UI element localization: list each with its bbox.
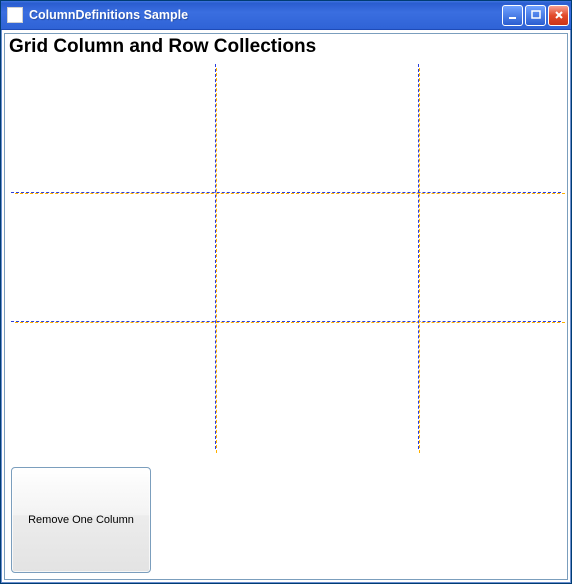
maximize-icon <box>531 10 541 20</box>
grid-line-horizontal <box>11 321 561 322</box>
grid-line-vertical <box>418 64 419 449</box>
maximize-button[interactable] <box>525 5 546 26</box>
app-icon <box>7 7 23 23</box>
page-title: Grid Column and Row Collections <box>9 36 316 58</box>
titlebar[interactable]: ColumnDefinitions Sample <box>1 1 571 30</box>
window-buttons <box>502 5 569 26</box>
remove-one-column-button[interactable]: Remove One Column <box>11 467 151 573</box>
close-button[interactable] <box>548 5 569 26</box>
demo-grid <box>11 64 561 449</box>
grid-line-vertical <box>215 64 216 449</box>
client-area: Grid Column and Row Collections Remove O… <box>4 33 568 580</box>
grid-line-horizontal <box>11 192 561 193</box>
minimize-icon <box>508 10 518 20</box>
application-window: ColumnDefinitions Sample Grid Column a <box>0 0 572 584</box>
window-title: ColumnDefinitions Sample <box>29 8 502 22</box>
close-icon <box>554 10 564 20</box>
button-panel: Remove One Column <box>11 467 151 573</box>
minimize-button[interactable] <box>502 5 523 26</box>
